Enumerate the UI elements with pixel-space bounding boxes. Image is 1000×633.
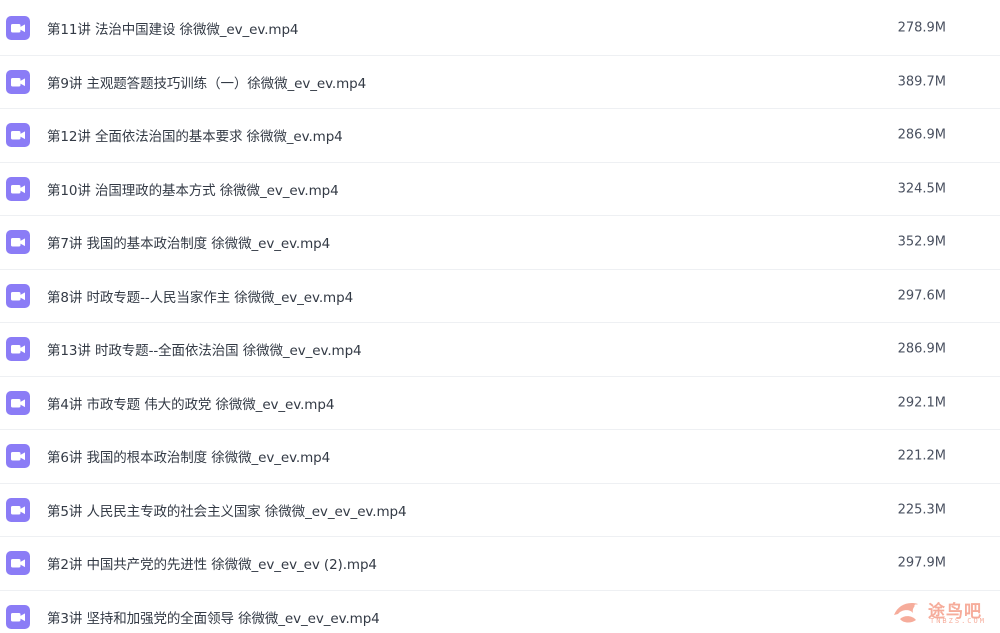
watermark: 途鸟吧 TNBZS.COM bbox=[890, 595, 994, 629]
file-name[interactable]: 第4讲 市政专题 伟大的政党 徐微微_ev_ev.mp4 bbox=[47, 393, 334, 413]
file-row[interactable]: 第5讲 人民民主专政的社会主义国家 徐微微_ev_ev_ev.mp4 225.3M bbox=[0, 484, 1000, 537]
file-name[interactable]: 第11讲 法治中国建设 徐微微_ev_ev.mp4 bbox=[47, 18, 299, 38]
file-name[interactable]: 第8讲 时政专题--人民当家作主 徐微微_ev_ev.mp4 bbox=[47, 286, 353, 306]
file-row[interactable]: 第11讲 法治中国建设 徐微微_ev_ev.mp4 278.9M bbox=[0, 2, 1000, 56]
file-size: 352.9M bbox=[897, 234, 946, 250]
file-row[interactable]: 第8讲 时政专题--人民当家作主 徐微微_ev_ev.mp4 297.6M bbox=[0, 270, 1000, 323]
file-name[interactable]: 第3讲 坚持和加强党的全面领导 徐微微_ev_ev_ev.mp4 bbox=[47, 607, 380, 627]
file-list: 第11讲 法治中国建设 徐微微_ev_ev.mp4 278.9M 第9讲 主观题答题… bbox=[0, 0, 1000, 633]
file-name[interactable]: 第6讲 我国的根本政治制度 徐微微_ev_ev.mp4 bbox=[47, 446, 330, 466]
file-name[interactable]: 第7讲 我国的基本政治制度 徐微微_ev_ev.mp4 bbox=[47, 232, 330, 252]
video-file-icon bbox=[6, 176, 30, 201]
file-row[interactable]: 第4讲 市政专题 伟大的政党 徐微微_ev_ev.mp4 292.1M bbox=[0, 377, 1000, 430]
video-file-icon bbox=[6, 337, 30, 362]
file-size: 292.1M bbox=[897, 395, 946, 411]
file-size: 389.7M bbox=[897, 74, 946, 90]
video-file-icon bbox=[6, 230, 30, 255]
file-size: 297.6M bbox=[897, 288, 946, 304]
file-name[interactable]: 第9讲 主观题答题技巧训练（一）徐微微_ev_ev.mp4 bbox=[47, 72, 366, 92]
file-row[interactable]: 第3讲 坚持和加强党的全面领导 徐微微_ev_ev_ev.mp4 bbox=[0, 591, 1000, 633]
video-file-icon bbox=[6, 16, 30, 41]
file-row[interactable]: 第10讲 治国理政的基本方式 徐微微_ev_ev.mp4 324.5M bbox=[0, 163, 1000, 216]
video-file-icon bbox=[6, 69, 30, 94]
file-size: 286.9M bbox=[897, 341, 946, 357]
video-file-icon bbox=[6, 444, 30, 469]
watermark-subtext: TNBZS.COM bbox=[930, 617, 986, 625]
bird-logo-icon bbox=[894, 603, 918, 623]
file-size: 278.9M bbox=[897, 20, 946, 36]
video-file-icon bbox=[6, 497, 30, 522]
file-size: 286.9M bbox=[897, 127, 946, 143]
video-file-icon bbox=[6, 123, 30, 148]
file-size: 225.3M bbox=[897, 502, 946, 518]
file-row[interactable]: 第12讲 全面依法治国的基本要求 徐微微_ev.mp4 286.9M bbox=[0, 109, 1000, 163]
file-name[interactable]: 第12讲 全面依法治国的基本要求 徐微微_ev.mp4 bbox=[47, 125, 343, 145]
video-file-icon bbox=[6, 283, 30, 308]
file-name[interactable]: 第2讲 中国共产党的先进性 徐微微_ev_ev_ev (2).mp4 bbox=[47, 553, 377, 573]
file-size: 297.9M bbox=[897, 555, 946, 571]
video-file-icon bbox=[6, 390, 30, 415]
file-size: 221.2M bbox=[897, 448, 946, 464]
file-name[interactable]: 第5讲 人民民主专政的社会主义国家 徐微微_ev_ev_ev.mp4 bbox=[47, 500, 407, 520]
video-file-icon bbox=[6, 604, 30, 629]
file-row[interactable]: 第2讲 中国共产党的先进性 徐微微_ev_ev_ev (2).mp4 297.9M bbox=[0, 537, 1000, 591]
file-row[interactable]: 第13讲 时政专题--全面依法治国 徐微微_ev_ev.mp4 286.9M bbox=[0, 323, 1000, 377]
file-row[interactable]: 第7讲 我国的基本政治制度 徐微微_ev_ev.mp4 352.9M bbox=[0, 216, 1000, 270]
file-row[interactable]: 第6讲 我国的根本政治制度 徐微微_ev_ev.mp4 221.2M bbox=[0, 430, 1000, 484]
file-size: 324.5M bbox=[897, 181, 946, 197]
file-name[interactable]: 第13讲 时政专题--全面依法治国 徐微微_ev_ev.mp4 bbox=[47, 339, 362, 359]
file-row[interactable]: 第9讲 主观题答题技巧训练（一）徐微微_ev_ev.mp4 389.7M bbox=[0, 56, 1000, 109]
file-name[interactable]: 第10讲 治国理政的基本方式 徐微微_ev_ev.mp4 bbox=[47, 179, 339, 199]
video-file-icon bbox=[6, 551, 30, 576]
